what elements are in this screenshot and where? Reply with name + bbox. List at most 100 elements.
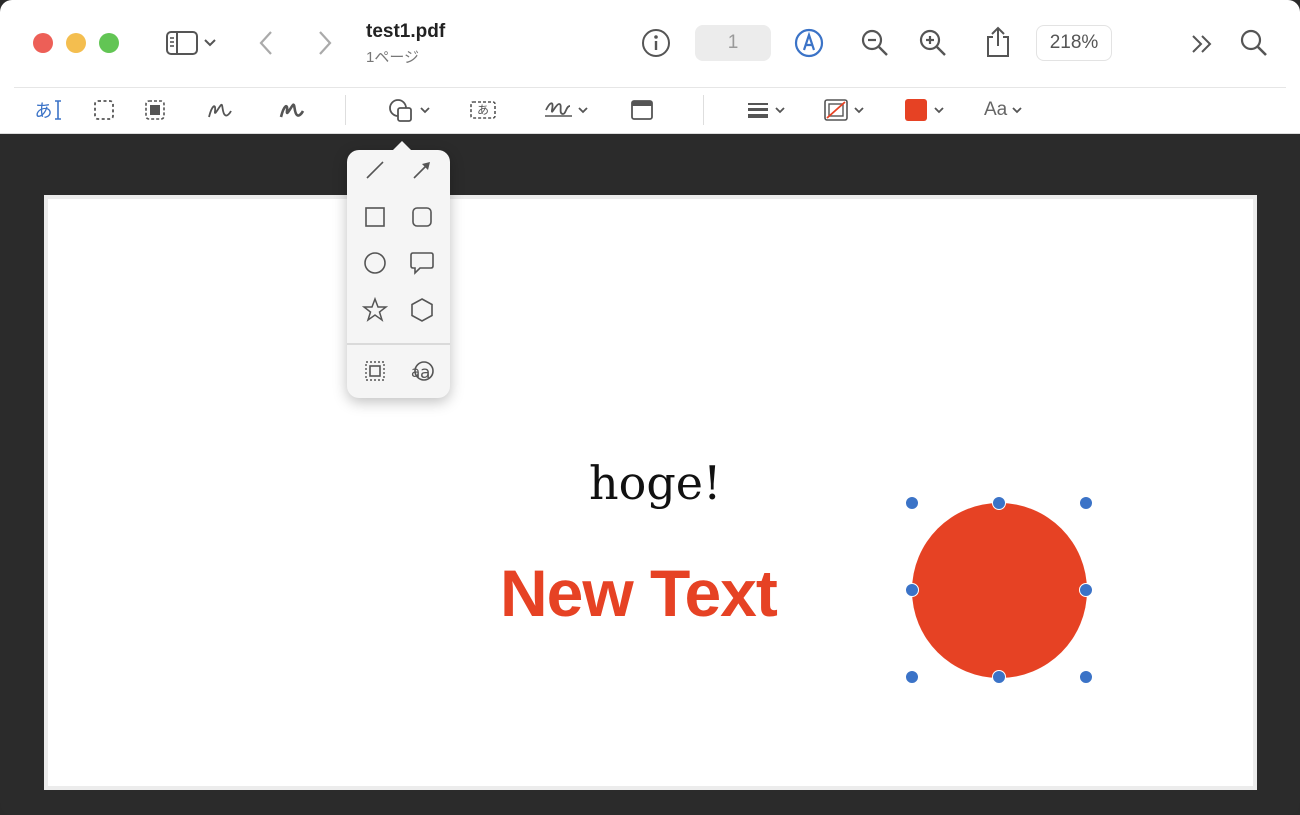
document-title[interactable]: test1.pdf: [366, 21, 445, 43]
page-count: 1ページ: [366, 49, 420, 66]
shape-square-option[interactable]: [360, 204, 390, 234]
title-bar: test1.pdf 1ページ 1 218%: [0, 0, 1300, 87]
sketch-icon: [206, 99, 234, 121]
shape-circle-option[interactable]: [360, 250, 390, 280]
search-button[interactable]: [1238, 27, 1270, 59]
preview-window: test1.pdf 1ページ 1 218% あ あ Aa hoge! New T…: [0, 0, 1300, 815]
mask-option[interactable]: [360, 358, 390, 388]
info-button[interactable]: [640, 27, 672, 59]
rounded-square-icon: [411, 206, 433, 233]
markup-button[interactable]: [793, 27, 825, 59]
note-tool[interactable]: [628, 97, 656, 123]
forward-icon: [317, 30, 333, 56]
more-tools-button[interactable]: [1188, 30, 1216, 58]
resize-handle-top[interactable]: [992, 496, 1006, 510]
toolbar-separator: [345, 95, 346, 125]
back-icon: [258, 30, 274, 56]
text-box-tool[interactable]: あ: [468, 97, 498, 123]
rectangular-selection-icon: [93, 99, 115, 121]
shape-line-option[interactable]: [360, 157, 390, 187]
instant-alpha-tool[interactable]: [142, 97, 168, 123]
draw-tool[interactable]: [277, 97, 307, 123]
zoom-button[interactable]: [99, 33, 119, 53]
signature-icon: [542, 96, 576, 124]
shape-star-option[interactable]: [360, 296, 390, 328]
shape-arrow-option[interactable]: [407, 157, 437, 187]
sketch-tool[interactable]: [205, 97, 235, 123]
popover-divider: [347, 343, 450, 345]
border-color-icon: [823, 98, 849, 122]
chevron-down-icon: [933, 106, 945, 114]
more-icon: [1189, 32, 1215, 56]
sidebar-toggle-button[interactable]: [160, 28, 222, 58]
arrow-icon: [411, 159, 433, 186]
circle-icon: [363, 251, 387, 280]
resize-handle-bottom[interactable]: [992, 670, 1006, 684]
text-style-label: Aa: [984, 99, 1008, 120]
search-icon: [1239, 28, 1269, 58]
resize-handle-top-right[interactable]: [1079, 496, 1093, 510]
circle-annotation[interactable]: [912, 503, 1087, 678]
line-icon: [364, 159, 386, 186]
shape-rounded-square-option[interactable]: [407, 204, 437, 234]
star-icon: [361, 296, 389, 328]
resize-handle-top-left[interactable]: [905, 496, 919, 510]
minimize-button[interactable]: [66, 33, 86, 53]
svg-text:a: a: [420, 363, 430, 383]
hexagon-icon: [410, 297, 434, 328]
border-color-tool[interactable]: [818, 97, 870, 123]
smart-selection-icon: [144, 99, 166, 121]
sidebar-icon: [165, 30, 199, 56]
resize-handle-bottom-right[interactable]: [1079, 670, 1093, 684]
chevron-down-icon: [1011, 106, 1023, 114]
shapes-icon: [387, 97, 415, 123]
markup-toolbar: あ あ Aa: [0, 87, 1300, 134]
chevron-down-icon: [203, 38, 217, 48]
draw-icon: [278, 99, 306, 121]
resize-handle-right[interactable]: [1079, 583, 1093, 597]
chevron-down-icon: [853, 106, 865, 114]
zoom-level-field[interactable]: 218%: [1036, 25, 1112, 61]
text-selection-label: あ: [34, 101, 53, 122]
rectangular-selection-tool[interactable]: [91, 97, 117, 123]
shapes-tool[interactable]: [384, 97, 434, 123]
sign-tool[interactable]: [538, 95, 592, 125]
loupe-option[interactable]: aa: [407, 358, 437, 388]
zoom-out-icon: [860, 28, 890, 58]
back-button[interactable]: [253, 28, 279, 58]
shape-hexagon-option[interactable]: [407, 297, 437, 327]
zoom-out-button[interactable]: [859, 27, 891, 59]
text-style-tool[interactable]: Aa: [984, 97, 1023, 123]
shape-style-tool[interactable]: [742, 97, 790, 123]
shape-speech-bubble-option[interactable]: [407, 250, 437, 280]
speech-bubble-icon: [409, 251, 435, 280]
toolbar-separator: [703, 95, 704, 125]
share-button[interactable]: [982, 24, 1014, 60]
fill-color-swatch: [905, 99, 927, 121]
resize-handle-left[interactable]: [905, 583, 919, 597]
text-annotation[interactable]: New Text: [500, 555, 778, 631]
text-box-icon: あ: [470, 100, 496, 120]
svg-text:a: a: [411, 363, 420, 381]
mask-icon: [364, 360, 386, 387]
chevron-down-icon: [419, 106, 431, 114]
resize-handle-bottom-left[interactable]: [905, 670, 919, 684]
markup-pen-icon: [794, 28, 824, 58]
forward-button[interactable]: [312, 28, 338, 58]
page-number-field[interactable]: 1: [695, 25, 771, 61]
shapes-popover: aa: [347, 141, 450, 398]
loupe-icon: aa: [408, 359, 436, 388]
info-icon: [641, 28, 671, 58]
text-cursor-icon: [54, 99, 62, 121]
line-style-icon: [746, 100, 770, 120]
zoom-in-button[interactable]: [917, 27, 949, 59]
text-selection-tool[interactable]: あ: [32, 97, 64, 123]
share-icon: [984, 25, 1012, 59]
close-button[interactable]: [33, 33, 53, 53]
text-box-label: あ: [477, 103, 490, 117]
square-icon: [364, 206, 386, 233]
chevron-down-icon: [774, 106, 786, 114]
page-text-hoge: hoge!: [589, 456, 722, 510]
zoom-in-icon: [918, 28, 948, 58]
fill-color-tool[interactable]: [899, 97, 951, 123]
